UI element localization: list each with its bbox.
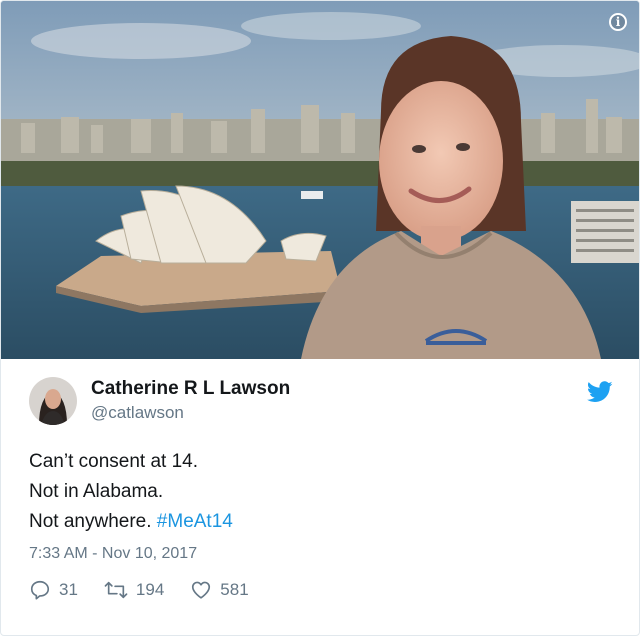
photo-image [1,1,639,359]
author-display-name[interactable]: Catherine R L Lawson [91,377,290,401]
tweet-body: Catherine R L Lawson @catlawson Can’t co… [1,359,639,601]
retweet-count: 194 [135,580,165,599]
heart-icon [192,581,211,599]
like-count: 581 [220,580,249,599]
twitter-bird-icon[interactable] [587,381,613,403]
retweet-button[interactable]: 194 [104,579,164,601]
author-row[interactable]: Catherine R L Lawson @catlawson [29,377,611,425]
tweet-line-3: Not anywhere. #MeAt14 [29,507,611,537]
avatar-image [29,377,77,425]
retweet-icon [104,581,128,599]
hashtag-link[interactable]: #MeAt14 [157,511,233,532]
avatar[interactable] [29,377,77,425]
tweet-line-1: Can’t consent at 14. [29,451,198,472]
tweet-timestamp[interactable]: 7:33 AM - Nov 10, 2017 [29,545,611,563]
reply-button[interactable]: 31 [29,579,78,601]
author-handle[interactable]: @catlawson [91,401,290,425]
reply-count: 31 [59,580,78,599]
like-button[interactable]: 581 [190,579,249,601]
tweet-line-3-text: Not anywhere. [29,511,152,532]
reply-icon [30,580,50,600]
tweet-card: i Catherine R L Lawson @catlawson Can’t … [0,0,640,636]
tweet-actions: 31 194 581 [29,579,611,601]
info-icon[interactable]: i [609,13,627,31]
tweet-photo[interactable]: i [1,1,639,359]
tweet-text: Can’t consent at 14. Not in Alabama. Not… [29,447,611,537]
tweet-line-2: Not in Alabama. [29,481,164,502]
